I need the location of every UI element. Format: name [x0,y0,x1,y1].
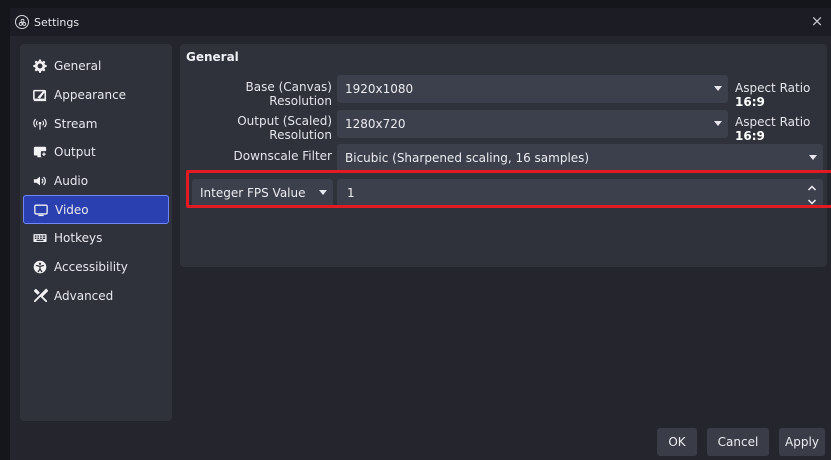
sidebar-item-label: General [54,59,102,74]
sidebar-item-advanced[interactable]: Advanced [23,282,169,311]
general-settings-panel: General Base (Canvas) Resolution 1920x10… [180,44,827,267]
chevron-down-icon [809,155,817,160]
accessibility-icon [32,259,48,275]
sidebar-item-accessibility[interactable]: Accessibility [23,253,169,282]
output-resolution-label: Output (Scaled) Resolution [237,114,332,142]
keyboard-icon [32,230,48,246]
downscale-filter-value: Bicubic (Sharpened scaling, 16 samples) [345,151,590,165]
settings-sidebar: General Appearance Stream Output Audio V… [20,44,172,421]
window-title: Settings [34,15,80,29]
aspect-ratio-value: 16:9 [735,129,765,143]
sidebar-item-label: Audio [54,174,89,189]
close-icon[interactable]: × [809,13,825,29]
gear-icon [32,58,48,74]
section-title: General [186,50,239,64]
chevron-down-icon [714,86,722,91]
aspect-ratio-prefix: Aspect Ratio [735,81,811,95]
sidebar-item-video[interactable]: Video [23,195,169,225]
sidebar-item-hotkeys[interactable]: Hotkeys [23,224,169,253]
downscale-filter-combo[interactable]: Bicubic (Sharpened scaling, 16 samples) [337,144,823,172]
fps-row-highlight [186,170,831,208]
tools-icon [32,288,48,304]
aspect-ratio-prefix: Aspect Ratio [735,115,811,129]
sidebar-item-label: Appearance [54,88,127,103]
sidebar-item-label: Hotkeys [54,231,103,246]
sidebar-item-label: Accessibility [54,260,128,275]
base-resolution-value: 1920x1080 [345,82,414,96]
sidebar-item-label: Output [54,145,96,160]
sidebar-item-stream[interactable]: Stream [23,109,169,138]
sidebar-item-label: Stream [54,116,98,131]
settings-window: General Appearance Stream Output Audio V… [10,36,831,460]
monitor-icon [33,202,49,218]
ok-button[interactable]: OK [657,428,697,456]
appearance-icon [32,87,48,103]
chevron-down-icon [714,121,722,126]
obs-logo-icon [15,15,29,29]
base-resolution-combo[interactable]: 1920x1080 [337,75,728,103]
cancel-button[interactable]: Cancel [707,428,769,456]
output-resolution-value: 1280x720 [345,117,406,131]
output-aspect-ratio: Aspect Ratio 16:9 [735,115,827,143]
base-aspect-ratio: Aspect Ratio 16:9 [735,81,827,109]
broadcast-icon [32,116,48,132]
sidebar-item-label: Advanced [54,288,114,303]
sidebar-item-output[interactable]: Output [23,138,169,167]
apply-button[interactable]: Apply [779,428,825,456]
sidebar-item-label: Video [55,202,89,217]
output-resolution-combo[interactable]: 1280x720 [337,110,728,138]
sidebar-item-appearance[interactable]: Appearance [23,81,169,110]
downscale-filter-label: Downscale Filter [233,149,332,163]
sidebar-item-general[interactable]: General [23,52,169,81]
speaker-icon [32,173,48,189]
output-icon [32,144,48,160]
aspect-ratio-value: 16:9 [735,95,765,109]
title-bar: Settings × [10,8,831,36]
base-resolution-label: Base (Canvas) Resolution [245,80,332,108]
sidebar-item-audio[interactable]: Audio [23,167,169,196]
